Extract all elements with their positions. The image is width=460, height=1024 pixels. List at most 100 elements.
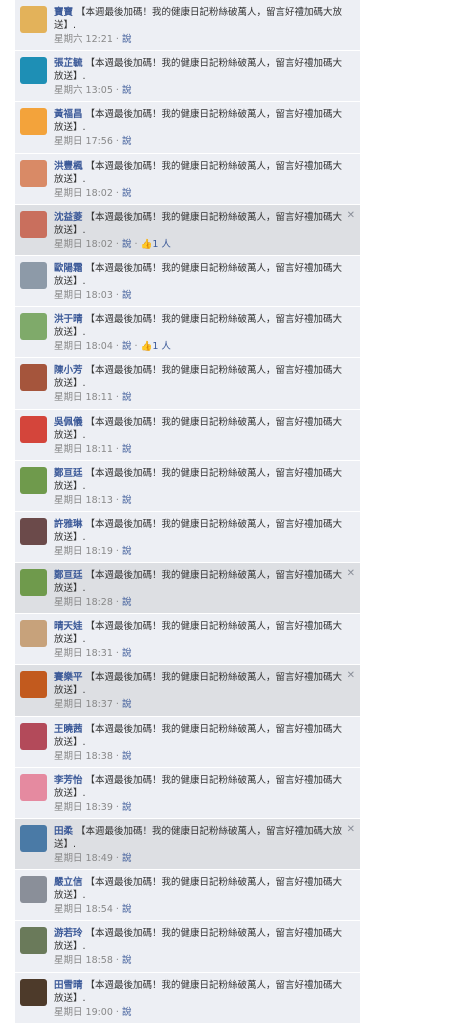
like-count[interactable]: 1 人 xyxy=(152,341,171,352)
commenter-name[interactable]: 晴天娃 xyxy=(54,621,83,632)
timestamp[interactable]: 星期日 18:28 xyxy=(54,597,113,608)
avatar[interactable] xyxy=(20,108,47,136)
commenter-name[interactable]: 寶寶 xyxy=(54,7,73,18)
like-link[interactable]: 說 xyxy=(122,136,132,147)
like-link[interactable]: 說 xyxy=(122,188,132,199)
like-link[interactable]: 說 xyxy=(122,955,132,966)
commenter-name[interactable]: 沈益菱 xyxy=(54,212,83,223)
timestamp[interactable]: 星期日 18:19 xyxy=(54,546,113,557)
like-link[interactable]: 說 xyxy=(122,392,132,403)
like-link[interactable]: 說 xyxy=(122,904,132,915)
like-count[interactable]: 1 人 xyxy=(152,239,171,250)
timestamp[interactable]: 星期日 18:49 xyxy=(54,853,113,864)
avatar[interactable] xyxy=(20,261,47,289)
comment-item: 洪于晴 【本週最後加碼！我的健康日記粉絲破萬人，留言好禮加碼大放送】. 星期日 1… xyxy=(15,307,360,359)
avatar[interactable] xyxy=(20,313,47,341)
like-link[interactable]: 說 xyxy=(122,648,132,659)
avatar[interactable] xyxy=(20,415,47,443)
separator-dot: · xyxy=(115,187,119,199)
separator-dot: · xyxy=(115,597,119,609)
like-link[interactable]: 說 xyxy=(122,85,132,96)
like-link[interactable]: 說 xyxy=(122,444,132,455)
like-link[interactable]: 說 xyxy=(122,546,132,557)
avatar[interactable] xyxy=(20,210,47,238)
avatar[interactable] xyxy=(20,722,47,750)
comment-text: 【本週最後加碼！我的健康日記粉絲破萬人，留言好禮加碼大放送】. xyxy=(54,160,343,185)
commenter-name[interactable]: 田柔 xyxy=(54,826,73,837)
like-link[interactable]: 說 xyxy=(122,751,132,762)
timestamp[interactable]: 星期日 18:31 xyxy=(54,648,113,659)
avatar[interactable] xyxy=(20,620,47,648)
avatar[interactable] xyxy=(20,876,47,904)
commenter-name[interactable]: 吳佩儀 xyxy=(54,417,83,428)
comment-body: 洪于晴 【本週最後加碼！我的健康日記粉絲破萬人，留言好禮加碼大放送】. 星期日 1… xyxy=(54,313,345,353)
commenter-name[interactable]: 張芷毓 xyxy=(54,58,83,69)
commenter-name[interactable]: 黃福昌 xyxy=(54,109,83,120)
comment-text: 【本週最後加碼！我的健康日記粉絲破萬人，留言好禮加碼大放送】. xyxy=(54,211,343,236)
like-link[interactable]: 說 xyxy=(122,802,132,813)
timestamp[interactable]: 星期日 18:04 xyxy=(54,341,113,352)
timestamp[interactable]: 星期日 18:11 xyxy=(54,444,113,455)
commenter-name[interactable]: 鄭亘廷 xyxy=(54,570,83,581)
close-icon[interactable]: ✕ xyxy=(347,210,355,222)
commenter-name[interactable]: 游若玲 xyxy=(54,928,83,939)
like-link[interactable]: 說 xyxy=(122,597,132,608)
like-link[interactable]: 說 xyxy=(122,853,132,864)
comment-body: 田柔 【本週最後加碼！我的健康日記粉絲破萬人，留言好禮加碼大放送】. 星期日 18… xyxy=(54,825,345,865)
commenter-name[interactable]: 許雅琳 xyxy=(54,519,83,530)
avatar[interactable] xyxy=(20,159,47,187)
close-icon[interactable]: ✕ xyxy=(347,824,355,836)
commenter-name[interactable]: 賽樂平 xyxy=(54,672,83,683)
avatar[interactable] xyxy=(20,569,47,597)
timestamp[interactable]: 星期日 18:37 xyxy=(54,699,113,710)
like-link[interactable]: 說 xyxy=(122,699,132,710)
comment-text: 【本週最後加碼！我的健康日記粉絲破萬人，留言好禮加碼大放送】. xyxy=(54,979,343,1004)
avatar[interactable] xyxy=(20,927,47,955)
comment-body: 賽樂平 【本週最後加碼！我的健康日記粉絲破萬人，留言好禮加碼大放送】. 星期日 1… xyxy=(54,671,345,711)
commenter-name[interactable]: 陳小芳 xyxy=(54,365,83,376)
timestamp[interactable]: 星期日 18:13 xyxy=(54,495,113,506)
comment-item: 許雅琳 【本週最後加碼！我的健康日記粉絲破萬人，留言好禮加碼大放送】. 星期日 1… xyxy=(15,511,360,564)
close-icon[interactable]: ✕ xyxy=(347,568,355,580)
timestamp[interactable]: 星期日 18:02 xyxy=(54,239,113,250)
close-icon[interactable]: ✕ xyxy=(347,670,355,682)
commenter-name[interactable]: 洪于晴 xyxy=(54,314,83,325)
like-link[interactable]: 說 xyxy=(122,34,132,45)
avatar[interactable] xyxy=(20,773,47,801)
timestamp[interactable]: 星期日 19:00 xyxy=(54,1007,113,1018)
commenter-name[interactable]: 田雪晴 xyxy=(54,980,83,991)
timestamp[interactable]: 星期日 18:11 xyxy=(54,392,113,403)
separator-dot: · xyxy=(115,904,119,916)
avatar[interactable] xyxy=(20,978,47,1006)
comment-body: 李芳怡 【本週最後加碼！我的健康日記粉絲破萬人，留言好禮加碼大放送】. 星期日 1… xyxy=(54,774,345,814)
avatar[interactable] xyxy=(20,57,47,85)
separator-dot: · xyxy=(115,34,119,45)
timestamp[interactable]: 星期日 17:56 xyxy=(54,136,113,147)
like-link[interactable]: 說 xyxy=(122,239,132,250)
timestamp[interactable]: 星期日 18:58 xyxy=(54,955,113,966)
timestamp[interactable]: 星期日 18:03 xyxy=(54,290,113,301)
commenter-name[interactable]: 歐陽霜 xyxy=(54,263,83,274)
timestamp[interactable]: 星期日 18:54 xyxy=(54,904,113,915)
avatar[interactable] xyxy=(20,517,47,545)
timestamp[interactable]: 星期日 18:39 xyxy=(54,802,113,813)
avatar[interactable] xyxy=(20,466,47,494)
avatar[interactable] xyxy=(20,364,47,392)
commenter-name[interactable]: 王曉茜 xyxy=(54,724,83,735)
timestamp[interactable]: 星期日 18:38 xyxy=(54,751,113,762)
commenter-name[interactable]: 李芳怡 xyxy=(54,775,83,786)
like-link[interactable]: 說 xyxy=(122,1007,132,1018)
commenter-name[interactable]: 鄭亘廷 xyxy=(54,468,83,479)
like-link[interactable]: 說 xyxy=(122,341,132,352)
commenter-name[interactable]: 嚴立信 xyxy=(54,877,83,888)
commenter-name[interactable]: 洪豐楓 xyxy=(54,161,83,172)
timestamp[interactable]: 星期六 13:05 xyxy=(54,85,113,96)
avatar[interactable] xyxy=(20,825,47,852)
comment-meta: 星期六 12:21 · 說 xyxy=(54,33,345,46)
timestamp[interactable]: 星期六 12:21 xyxy=(54,34,113,45)
like-link[interactable]: 說 xyxy=(122,495,132,506)
avatar[interactable] xyxy=(20,671,47,699)
like-link[interactable]: 說 xyxy=(122,290,132,301)
avatar[interactable] xyxy=(20,6,47,33)
timestamp[interactable]: 星期日 18:02 xyxy=(54,188,113,199)
